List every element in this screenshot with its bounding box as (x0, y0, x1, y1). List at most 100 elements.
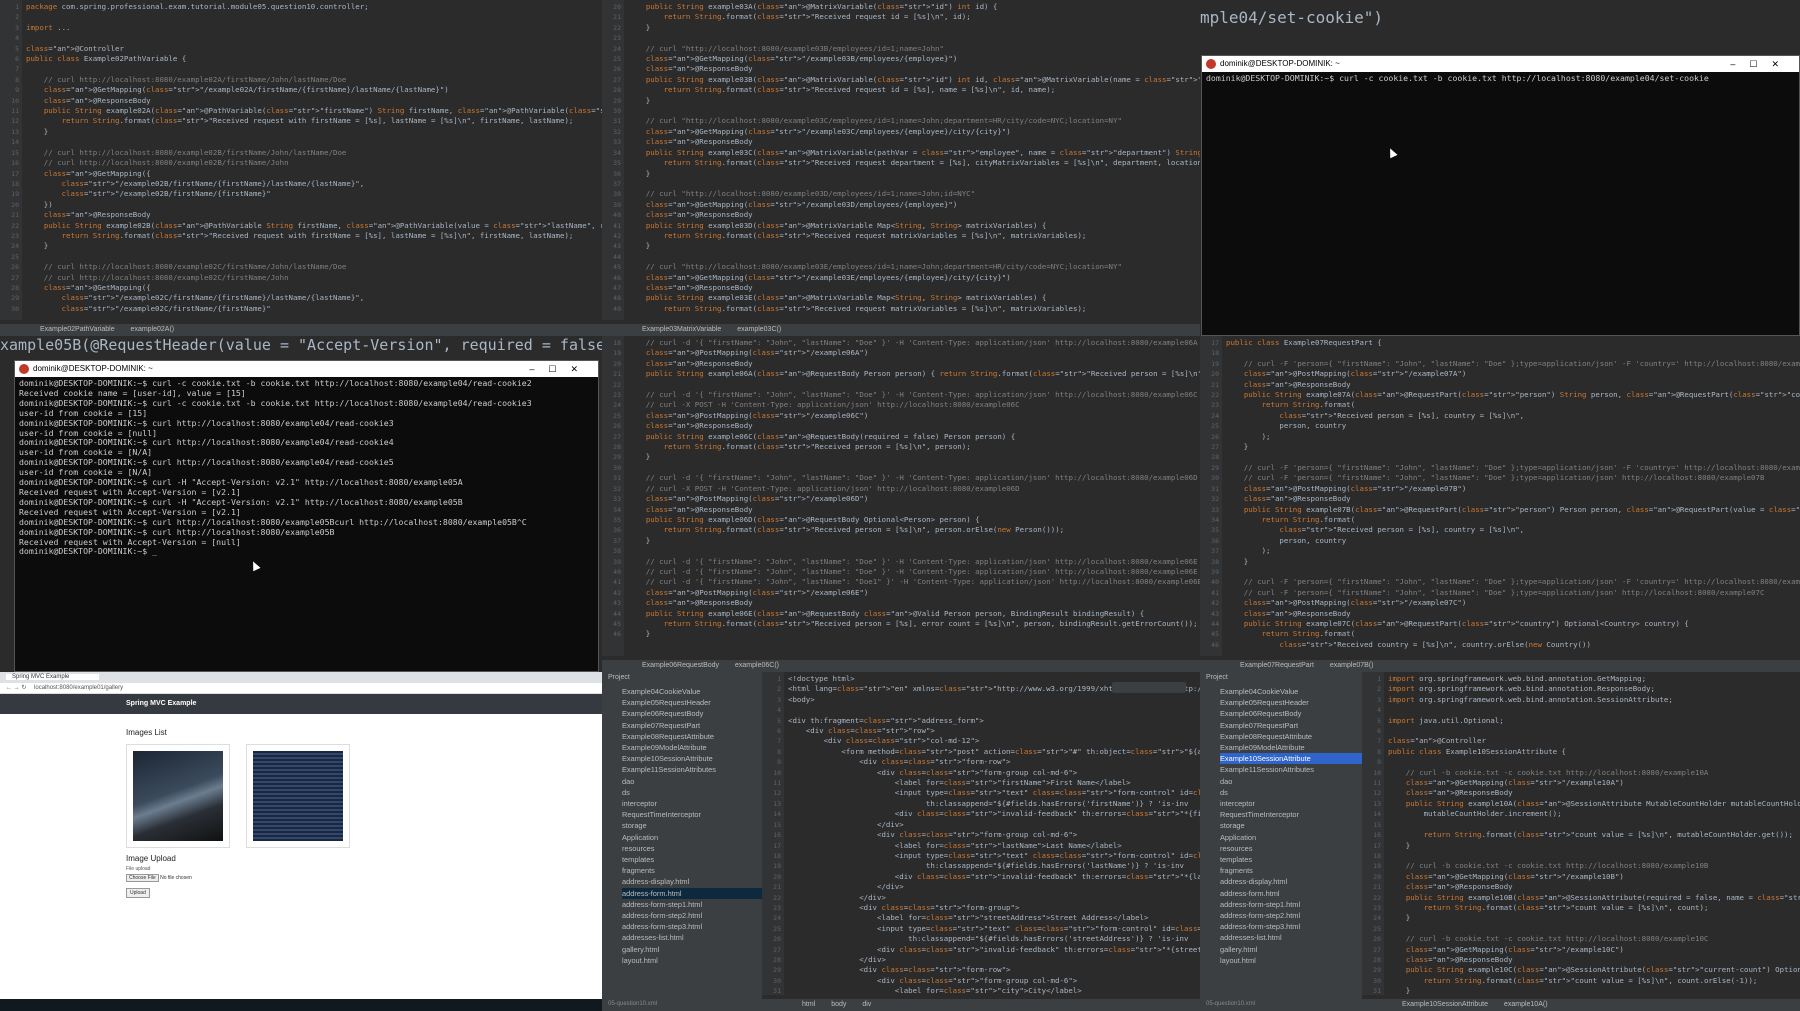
code-line[interactable]: public String example03D(class="an">@Mat… (628, 221, 1200, 231)
file-input[interactable]: Choose File No file chosen (126, 874, 192, 882)
code-line[interactable]: return String.format( (1226, 400, 1800, 410)
code-line[interactable]: </div> (788, 882, 1200, 892)
browser-tab[interactable]: Spring MVC Example (6, 674, 100, 680)
code-line[interactable]: public String example10B(class="an">@Ses… (1388, 893, 1800, 903)
code-line[interactable]: return String.format(class="str">"count … (1388, 976, 1800, 986)
breadcrumb-class[interactable]: Example03MatrixVariable (642, 326, 721, 333)
code-line[interactable]: return String.format(class="str">"Receiv… (628, 619, 1200, 629)
code-line[interactable]: <div class=class="str">"form-group col-m… (788, 976, 1200, 986)
code-line[interactable] (26, 137, 602, 147)
code-line[interactable]: public String example02A(class="an">@Pat… (26, 106, 602, 116)
code-line[interactable] (26, 64, 602, 74)
code-line[interactable]: class="an">@GetMapping(class="str">"/exa… (1388, 945, 1800, 955)
code-line[interactable]: <input type=class="str">"text" class=cla… (788, 788, 1200, 798)
code-area[interactable]: public class Example07RequestPart { // c… (1226, 338, 1800, 656)
code-line[interactable]: return String.format(class="str">"Receiv… (26, 116, 602, 126)
tree-item[interactable]: interceptor (622, 798, 762, 809)
tree-item[interactable]: address-form-step1.html (1220, 899, 1362, 910)
code-area[interactable]: // curl -d '{ "firstName": "John", "last… (628, 338, 1200, 656)
tree-item[interactable]: Example11SessionAttributes (1220, 764, 1362, 775)
code-line[interactable]: import org.springframework.web.bind.anno… (1388, 684, 1800, 694)
code-line[interactable]: <div class=class="str">"form-group col-m… (788, 830, 1200, 840)
tree-item[interactable]: Example08RequestAttribute (1220, 731, 1362, 742)
code-line[interactable]: </div> (788, 893, 1200, 903)
project-tree-panel-2[interactable]: Project Example04CookieValue Example05Req… (1200, 672, 1362, 1011)
code-line[interactable] (628, 380, 1200, 390)
tree-item[interactable]: Application (1220, 832, 1362, 843)
code-line[interactable]: // curl -d '{ "firstName": "John", "last… (628, 473, 1200, 483)
browser-icons-popup[interactable] (1112, 682, 1186, 693)
code-line[interactable]: class="an">@PostMapping(class="str">"/ex… (1226, 598, 1800, 608)
code-line[interactable]: import org.springframework.web.bind.anno… (1388, 674, 1800, 684)
code-line[interactable]: // curl "http://localhost:8080/example03… (628, 44, 1200, 54)
code-line[interactable] (628, 546, 1200, 556)
tree-item[interactable]: addresses-list.html (1220, 932, 1362, 943)
code-line[interactable]: return String.format( (1226, 629, 1800, 639)
tree-item[interactable]: resources (1220, 843, 1362, 854)
code-line[interactable]: } (1388, 841, 1800, 851)
code-line[interactable]: </div> (788, 955, 1200, 965)
code-line[interactable] (1388, 726, 1800, 736)
breadcrumb-class[interactable]: Example02PathVariable (40, 326, 115, 333)
breadcrumb-class[interactable]: Example10SessionAttribute (1402, 1001, 1488, 1008)
code-line[interactable]: return String.format(class="str">"count … (1388, 903, 1800, 913)
code-line[interactable]: <input type=class="str">"text" class=cla… (788, 851, 1200, 861)
code-line[interactable]: // curl -d '{ "firstName": "John", "last… (628, 390, 1200, 400)
code-line[interactable]: <div class=class="str">"col-md-12"> (788, 736, 1200, 746)
code-line[interactable]: class="an">@GetMapping(class="str">"/exa… (26, 85, 602, 95)
code-line[interactable]: public class Example02PathVariable { (26, 54, 602, 64)
code-line[interactable]: </div> (788, 820, 1200, 830)
code-line[interactable] (1226, 348, 1800, 358)
editor-example07[interactable]: 17 18 19 20 21 22 23 24 25 26 27 28 29 3… (1200, 336, 1800, 672)
gallery-image-code[interactable] (246, 744, 350, 848)
code-line[interactable]: <label for=class="str">"streetAddress">S… (788, 913, 1200, 923)
code-line[interactable]: public class Example07RequestPart { (1226, 338, 1800, 348)
tree-item[interactable]: Example05RequestHeader (1220, 697, 1362, 708)
code-line[interactable]: // curl http://localhost:8080/example02C… (26, 262, 602, 272)
tree-item[interactable]: Example09ModelAttribute (1220, 742, 1362, 753)
tree-item[interactable]: storage (622, 820, 762, 831)
code-line[interactable] (788, 705, 1200, 715)
code-line[interactable]: class="an">@ResponseBody (628, 210, 1200, 220)
tree-item[interactable]: address-display.html (1220, 876, 1362, 887)
code-line[interactable]: <div class=class="str">"invalid-feedback… (788, 872, 1200, 882)
code-line[interactable]: class="an">@ResponseBody (628, 505, 1200, 515)
code-line[interactable]: class="an">@PostMapping(class="str">"/ex… (628, 348, 1200, 358)
tree-item[interactable]: Example04CookieValue (622, 686, 762, 697)
code-line[interactable]: import ... (26, 23, 602, 33)
code-area[interactable]: <!doctype html> <html lang=class="str">"e… (788, 674, 1200, 995)
code-line[interactable]: return String.format(class="str">"Receiv… (628, 304, 1200, 314)
code-line[interactable]: class="an">@ResponseBody (26, 96, 602, 106)
tree-item[interactable]: storage (1220, 820, 1362, 831)
navbar-brand[interactable]: Spring MVC Example (126, 700, 196, 707)
code-line[interactable]: <div class=class="str">"form-group"> (788, 903, 1200, 913)
code-line[interactable]: th:classappend="${#fields.hasErrors('str… (788, 934, 1200, 944)
code-line[interactable]: } (628, 241, 1200, 251)
code-line[interactable]: return String.format(class="str">"Receiv… (628, 442, 1200, 452)
windows-taskbar[interactable] (0, 999, 602, 1011)
code-line[interactable]: class="an">@ResponseBody (1226, 609, 1800, 619)
code-line[interactable]: th:classappend="${#fields.hasErrors('fir… (788, 799, 1200, 809)
code-line[interactable]: return String.format(class="str">"Receiv… (628, 12, 1200, 22)
code-line[interactable]: <form method=class="str">"post" action=c… (788, 747, 1200, 757)
code-line[interactable]: } (628, 629, 1200, 639)
tree-item[interactable]: address-form.html (622, 887, 762, 899)
code-line[interactable]: return String.format(class="str">"Receiv… (628, 85, 1200, 95)
tree-item[interactable]: RequestTimeInterceptor (622, 809, 762, 820)
code-line[interactable]: } (1226, 442, 1800, 452)
code-line[interactable] (1226, 567, 1800, 577)
tree-item[interactable]: gallery.html (1220, 944, 1362, 955)
code-line[interactable]: // curl -d '{ "firstName": "John", "last… (628, 557, 1200, 567)
breadcrumb-class[interactable]: Example07RequestPart (1240, 662, 1314, 669)
code-line[interactable] (1388, 757, 1800, 767)
reload-icon[interactable]: ↻ (21, 685, 26, 691)
window-controls[interactable]: –☐✕ (1730, 56, 1793, 72)
breadcrumb-method[interactable]: example02A() (131, 326, 175, 333)
tree-item[interactable]: address-form-step1.html (622, 899, 762, 910)
code-line[interactable]: // curl http://localhost:8080/example02B… (26, 158, 602, 168)
terminal-window-top[interactable]: dominik@DESKTOP-DOMINIK: ~ –☐✕ dominik@D… (1201, 55, 1800, 336)
back-icon[interactable]: ← (6, 685, 12, 691)
editor-example10[interactable]: 1 2 3 4 5 6 7 8 9 10 11 12 13 14 15 16 1… (1362, 672, 1800, 1011)
code-line[interactable] (628, 252, 1200, 262)
code-line[interactable] (26, 252, 602, 262)
